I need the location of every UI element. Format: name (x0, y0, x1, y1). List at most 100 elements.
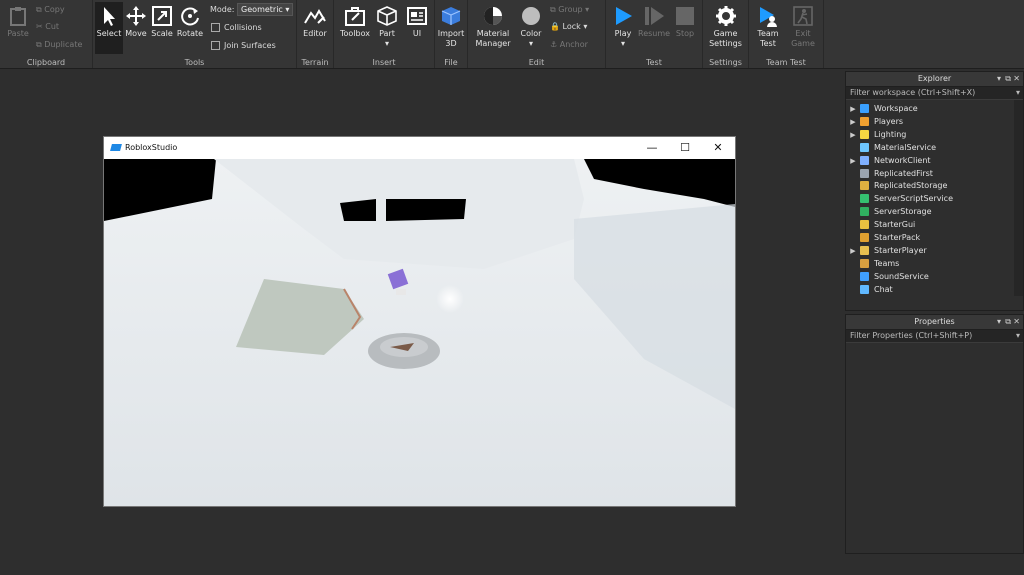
explorer-item-networkclient[interactable]: ▶ NetworkClient (846, 154, 931, 167)
explorer-filter-placeholder: Filter workspace (Ctrl+Shift+X) (850, 88, 976, 97)
ui-button[interactable]: UI (404, 2, 430, 39)
maximize-icon: ☐ (680, 141, 690, 154)
explorer-undock-icon[interactable]: ⧉ (1005, 72, 1011, 86)
toolbox-button[interactable]: Toolbox (338, 2, 372, 39)
copy-label: Copy (44, 5, 65, 14)
chevron-down-icon: ▾ (285, 5, 290, 14)
resume-icon (645, 7, 664, 25)
exit-game-label-line2: Game (791, 39, 815, 48)
group-button[interactable]: ⧉ Group ▾ (550, 4, 589, 16)
anchor-button[interactable]: ⚓ Anchor (550, 39, 588, 51)
explorer-item-replicatedstorage[interactable]: ReplicatedStorage (846, 179, 947, 192)
terrain-icon (304, 9, 326, 24)
rotate-tool-button[interactable]: Rotate (176, 2, 204, 39)
resume-label: Resume (638, 29, 671, 38)
explorer-item-serverstorage[interactable]: ServerStorage (846, 205, 932, 218)
explorer-item-startergui[interactable]: StarterGui (846, 218, 915, 231)
explorer-filter-input[interactable]: Filter workspace (Ctrl+Shift+X) ▾ (846, 87, 1023, 100)
edit-group-label: Edit (528, 58, 545, 67)
anchor-label: Anchor (559, 40, 588, 49)
explorer-scrollbar[interactable] (1014, 100, 1023, 296)
explorer-item-label: Teams (874, 258, 900, 268)
maximize-button[interactable]: ☐ (669, 137, 701, 159)
ribbon-toolbar: Paste ⧉ Copy ✂ Cut ⧉ Duplicate Clipboard… (0, 0, 1024, 69)
game-settings-button[interactable]: Game Settings (705, 2, 746, 49)
terrain-group-label: Terrain (301, 58, 329, 67)
minimize-button[interactable]: — (636, 137, 668, 159)
join-surfaces-toggle[interactable]: Join Surfaces (211, 40, 276, 52)
select-tool-label: Select (96, 29, 122, 38)
join-surfaces-checkbox[interactable] (211, 41, 220, 50)
collisions-toggle[interactable]: Collisions (211, 22, 262, 34)
explorer-dropdown-icon[interactable]: ▾ (997, 72, 1001, 86)
toolbox-label: Toolbox (340, 29, 370, 38)
close-icon: ✕ (713, 141, 723, 154)
terrain-editor-button[interactable]: Editor (299, 2, 331, 39)
scale-tool-button[interactable]: Scale (149, 2, 175, 39)
service-icon (860, 220, 869, 230)
insert-group: Toolbox Part ▾ UI Insert (334, 0, 435, 68)
duplicate-button[interactable]: ⧉ Duplicate (36, 39, 82, 51)
properties-undock-icon[interactable]: ⧉ (1005, 315, 1011, 329)
explorer-item-label: ReplicatedFirst (874, 168, 933, 178)
explorer-item-chat[interactable]: Chat (846, 283, 893, 296)
client-title-bar[interactable]: RobloxStudio — ☐ ✕ (104, 137, 735, 159)
chevron-down-icon[interactable]: ▾ (1016, 87, 1020, 99)
chevron-down-icon: ▾ (620, 39, 625, 48)
properties-close-icon[interactable]: ✕ (1013, 315, 1020, 329)
scale-tool-label: Scale (151, 29, 173, 38)
clipboard-group-label: Clipboard (26, 58, 66, 67)
paste-button[interactable]: Paste (4, 2, 32, 39)
chevron-down-icon[interactable]: ▾ (1016, 330, 1020, 342)
explorer-tree: ▶ Workspace ▶ Players ▶ Lighting MaterialServi… (846, 100, 1023, 296)
test-group: Play ▾ Resume Stop Test (606, 0, 703, 68)
explorer-close-icon[interactable]: ✕ (1013, 72, 1020, 86)
select-tool-button[interactable]: Select (95, 2, 123, 54)
move-tool-button[interactable]: Move (123, 2, 149, 39)
part-button[interactable]: Part ▾ (374, 2, 400, 49)
paste-label: Paste (7, 29, 29, 38)
insert-group-label: Insert (372, 58, 396, 67)
properties-filter-input[interactable]: Filter Properties (Ctrl+Shift+P) ▾ (846, 330, 1023, 343)
mode-dropdown[interactable]: Geometric ▾ (237, 3, 294, 16)
explorer-item-soundservice[interactable]: SoundService (846, 270, 929, 283)
mode-selector[interactable]: Mode: Geometric ▾ (210, 3, 294, 16)
close-button[interactable]: ✕ (702, 137, 734, 159)
import-3d-button[interactable]: Import 3D (436, 2, 466, 49)
chevron-down-icon: ▾ (528, 39, 533, 48)
collisions-checkbox[interactable] (211, 23, 220, 32)
team-test-label-line2: Test (760, 39, 776, 48)
explorer-item-lighting[interactable]: ▶ Lighting (846, 128, 906, 141)
cursor-icon (104, 7, 115, 26)
service-icon (860, 142, 869, 152)
stop-button[interactable]: Stop (672, 2, 698, 39)
service-icon (860, 181, 869, 191)
explorer-item-materialservice[interactable]: MaterialService (846, 141, 936, 154)
resume-button[interactable]: Resume (638, 2, 670, 39)
explorer-item-serverscriptservice[interactable]: ServerScriptService (846, 192, 953, 205)
play-button[interactable]: Play ▾ (608, 2, 638, 49)
explorer-item-teams[interactable]: Teams (846, 257, 899, 270)
tools-group-label: Tools (184, 58, 205, 67)
explorer-item-workspace[interactable]: ▶ Workspace (846, 102, 918, 115)
lock-button[interactable]: 🔒 Lock ▾ (550, 21, 587, 33)
color-icon (522, 7, 540, 25)
exit-game-button[interactable]: Exit Game (787, 2, 819, 49)
service-icon (860, 168, 869, 178)
copy-button[interactable]: ⧉ Copy (36, 4, 65, 16)
game-scene[interactable] (104, 159, 735, 506)
move-icon (126, 6, 146, 26)
properties-dropdown-icon[interactable]: ▾ (997, 315, 1001, 329)
material-manager-button[interactable]: Material Manager (472, 2, 514, 49)
service-icon (860, 129, 869, 139)
color-button[interactable]: Color ▾ (517, 2, 545, 49)
team-test-button[interactable]: Team Test (752, 2, 784, 49)
explorer-item-players[interactable]: ▶ Players (846, 115, 903, 128)
explorer-title: Explorer (917, 74, 952, 83)
file-group: Import 3D File (435, 0, 468, 68)
explorer-item-starterplayer[interactable]: ▶ StarterPlayer (846, 244, 927, 257)
explorer-item-starterpack[interactable]: StarterPack (846, 231, 920, 244)
explorer-item-replicatedfirst[interactable]: ReplicatedFirst (846, 167, 933, 180)
roblox-client-window[interactable]: RobloxStudio — ☐ ✕ (103, 136, 736, 507)
cut-button[interactable]: ✂ Cut (36, 21, 59, 33)
